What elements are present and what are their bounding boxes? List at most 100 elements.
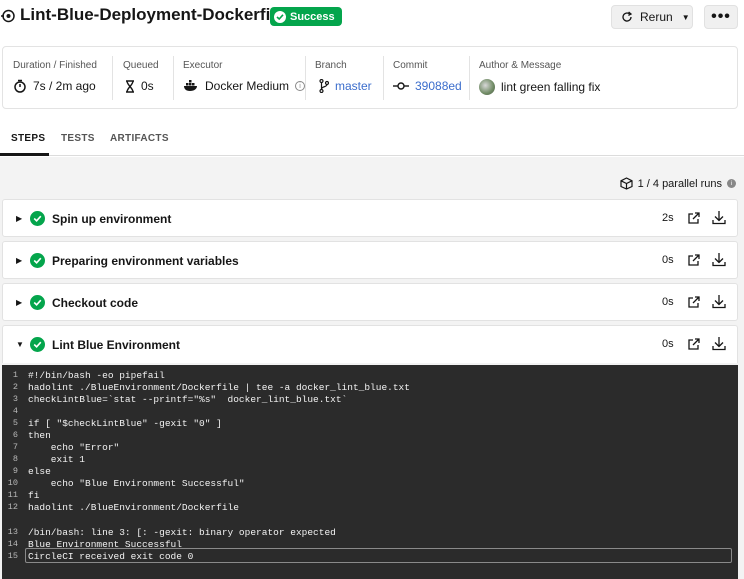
output-line: 13/bin/bash: line 3: [: -gexit: binary o… <box>0 527 736 539</box>
tab-steps[interactable]: STEPS <box>11 133 45 144</box>
info-icon[interactable]: i <box>727 179 736 188</box>
code-line: 9 else <box>0 466 736 478</box>
code-line: 7 echo "Error" <box>0 442 736 454</box>
commit-label: Commit <box>393 60 428 71</box>
commit-message: lint green falling fix <box>501 80 601 94</box>
tab-tests[interactable]: TESTS <box>61 133 95 144</box>
code-text: hadolint ./BlueEnvironment/Dockerfile <box>28 502 239 513</box>
hourglass-icon <box>126 79 134 93</box>
job-icon <box>1 9 15 23</box>
code-text: checkLintBlue=`stat --printf="%s" docker… <box>28 394 348 405</box>
step-duration: 2s <box>662 212 674 224</box>
line-number: 9 <box>12 466 18 476</box>
commit-icon <box>393 82 409 90</box>
code-text: #!/bin/bash -eo pipefail <box>28 370 165 381</box>
more-options-button[interactable]: ••• <box>704 5 738 29</box>
info-icon[interactable]: i <box>295 81 306 91</box>
parallel-runs-label: 1 / 4 parallel runs <box>637 177 722 190</box>
avatar[interactable] <box>479 79 495 95</box>
line-number: 15 <box>7 551 18 561</box>
collapse-icon[interactable]: ▼ <box>16 340 24 349</box>
output-text: /bin/bash: line 3: [: -gexit: binary ope… <box>28 527 336 538</box>
external-link-icon[interactable] <box>687 253 701 267</box>
more-options-label: ••• <box>711 8 731 25</box>
expand-icon[interactable]: ▶ <box>16 214 22 223</box>
download-icon[interactable] <box>712 294 726 309</box>
branch-icon <box>319 79 329 93</box>
code-text: exit 1 <box>28 454 86 465</box>
executor-label: Executor <box>183 60 223 71</box>
refresh-icon <box>622 11 633 22</box>
step-name: Checkout code <box>52 296 139 310</box>
branch-value-group[interactable]: master <box>319 79 372 93</box>
code-text: fi <box>28 490 40 501</box>
line-number: 6 <box>12 430 18 440</box>
external-link-icon[interactable] <box>687 295 701 309</box>
branch-link[interactable]: master <box>335 79 372 93</box>
step-name: Lint Blue Environment <box>52 338 181 352</box>
docker-icon <box>184 80 197 91</box>
branch-section: Branch master <box>305 47 383 110</box>
line-number: 2 <box>12 382 18 392</box>
code-line: 6 then <box>0 430 736 442</box>
exit-code-highlight <box>25 548 732 563</box>
line-number: 3 <box>12 394 18 404</box>
duration-value-group: 7s / 2m ago <box>13 79 96 93</box>
job-title: Lint-Blue-Deployment-Dockerfile <box>20 5 285 24</box>
commit-section: Commit 39088ed <box>383 47 469 110</box>
step-name: Spin up environment <box>52 212 172 226</box>
queued-section: Queued 0s <box>113 47 173 110</box>
line-number: 10 <box>7 478 18 488</box>
duration-section: Duration / Finished 7s / 2m ago <box>3 47 113 110</box>
expand-icon[interactable]: ▶ <box>16 298 22 307</box>
line-number: 1 <box>12 370 18 380</box>
step-name: Preparing environment variables <box>52 254 239 268</box>
line-number: 7 <box>12 442 18 452</box>
line-number: 4 <box>12 406 18 416</box>
code-line: 4 <box>0 406 736 418</box>
rerun-button[interactable]: Rerun ▼ <box>611 5 693 29</box>
cube-icon <box>620 177 633 190</box>
download-icon[interactable] <box>712 336 726 351</box>
code-text: hadolint ./BlueEnvironment/Dockerfile | … <box>28 382 410 393</box>
line-number: 12 <box>7 502 18 512</box>
duration-value: 7s / 2m ago <box>33 79 96 93</box>
code-line: 10 echo "Blue Environment Successful" <box>0 478 736 490</box>
stopwatch-icon <box>14 79 26 93</box>
step-row[interactable]: ▶ Preparing environment variables 0s <box>2 241 738 279</box>
step-duration: 0s <box>662 296 674 308</box>
download-icon[interactable] <box>712 210 726 225</box>
code-line: 2 hadolint ./BlueEnvironment/Dockerfile |… <box>0 382 736 394</box>
external-link-icon[interactable] <box>687 337 701 351</box>
commit-link[interactable]: 39088ed <box>415 79 462 93</box>
author-value-group: lint green falling fix <box>479 79 600 95</box>
code-text: else <box>28 466 51 477</box>
success-icon <box>30 337 45 352</box>
executor-value: Docker Medium <box>205 79 290 93</box>
line-number: 14 <box>7 539 18 549</box>
code-line: 8 exit 1 <box>0 454 736 466</box>
queued-value: 0s <box>141 79 154 93</box>
download-icon[interactable] <box>712 252 726 267</box>
code-text: if [ "$checkLintBlue" -gexit "0" ] <box>28 418 222 429</box>
chevron-down-icon: ▼ <box>681 12 690 22</box>
step-row[interactable]: ▶ Checkout code 0s <box>2 283 738 321</box>
duration-label: Duration / Finished <box>13 60 97 71</box>
step-row-expanded[interactable]: ▼ Lint Blue Environment 0s <box>2 325 738 363</box>
step-row[interactable]: ▶ Spin up environment 2s <box>2 199 738 237</box>
success-icon <box>30 295 45 310</box>
code-text: then <box>28 430 51 441</box>
commit-value-group[interactable]: 39088ed <box>393 79 462 93</box>
parallel-runs[interactable]: 1 / 4 parallel runs i <box>620 177 736 190</box>
executor-value-group: Docker Medium i <box>183 79 306 93</box>
job-summary: Duration / Finished 7s / 2m ago Queued 0… <box>2 46 738 109</box>
code-line: 5 if [ "$checkLintBlue" -gexit "0" ] <box>0 418 736 430</box>
expand-icon[interactable]: ▶ <box>16 256 22 265</box>
external-link-icon[interactable] <box>687 211 701 225</box>
step-duration: 0s <box>662 338 674 350</box>
line-number: 11 <box>7 490 18 500</box>
status-badge: Success <box>270 7 342 26</box>
line-number: 8 <box>12 454 18 464</box>
code-line: 3 checkLintBlue=`stat --printf="%s" docke… <box>0 394 736 406</box>
tab-artifacts[interactable]: ARTIFACTS <box>110 133 169 144</box>
